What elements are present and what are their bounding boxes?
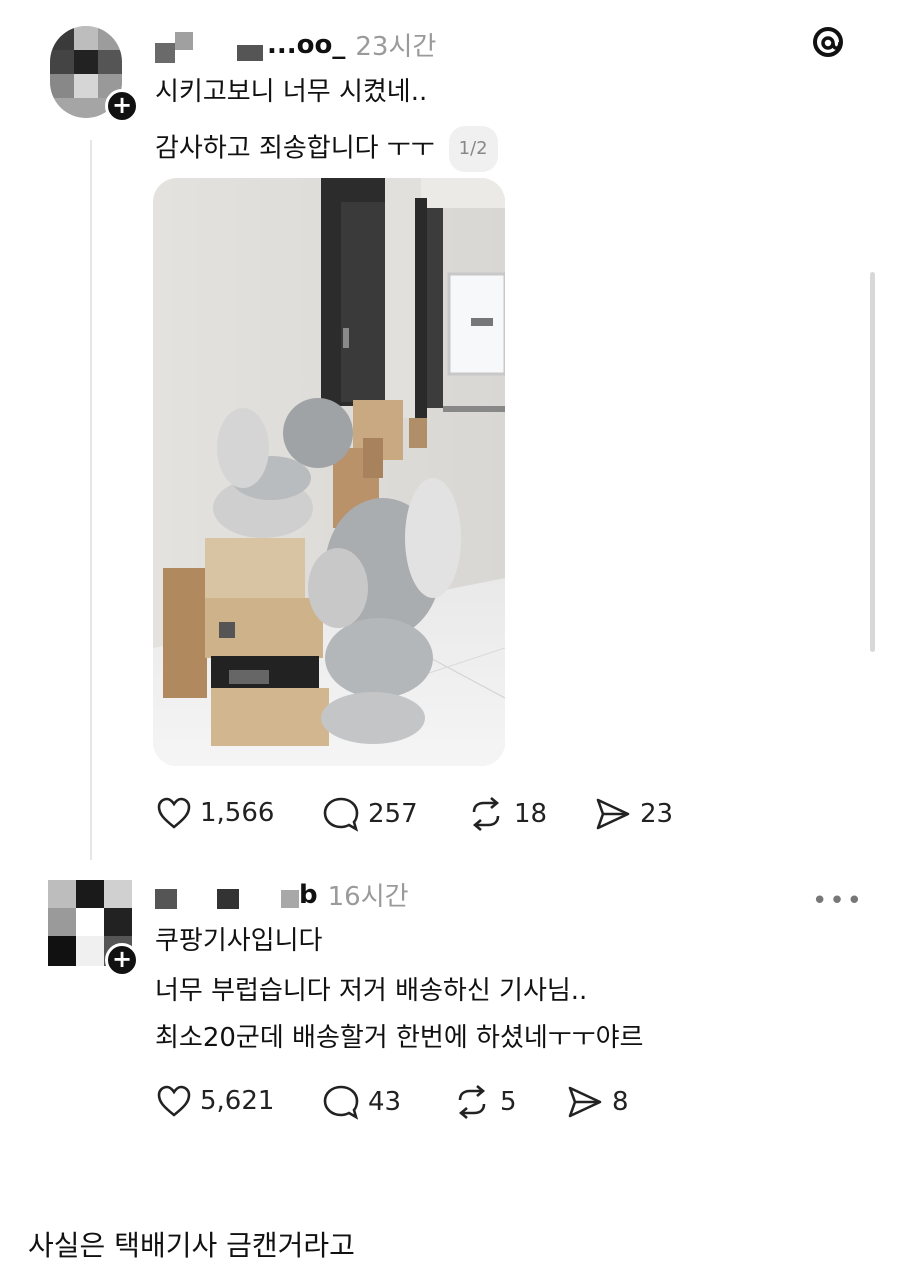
threads-logo-icon[interactable]: [810, 24, 846, 60]
share-button[interactable]: 8: [566, 1084, 629, 1120]
censor-block: [155, 888, 177, 909]
image-pager: 1/2: [448, 126, 498, 172]
like-button[interactable]: 5,621: [156, 1084, 274, 1118]
footer-caption: 사실은 택배기사 금캔거라고: [28, 1229, 355, 1262]
post2-line-2: 너무 부럽습니다 저거 배송하신 기사님..: [155, 976, 588, 1006]
post2-header: b 16시간: [155, 876, 409, 913]
post-time: 23시간: [355, 32, 437, 62]
comment-count: 43: [368, 1087, 402, 1117]
post1-header: ...oo_ 23시간: [155, 26, 436, 63]
follow-plus-icon[interactable]: +: [105, 89, 139, 123]
repost-count: 18: [514, 799, 548, 829]
comment-button[interactable]: 43: [322, 1084, 401, 1120]
post1-line-1: 시키고보니 너무 시켰네..: [155, 77, 428, 107]
like-count: 5,621: [200, 1086, 275, 1116]
repost-count: 5: [500, 1087, 517, 1117]
repost-icon: [472, 797, 500, 831]
censor-block: [155, 42, 175, 63]
share-count: 23: [640, 799, 674, 829]
censor-block: [175, 31, 193, 50]
heart-icon: [157, 1085, 191, 1117]
repost-button[interactable]: 18: [466, 796, 547, 832]
send-icon: [596, 798, 630, 830]
thread-line: [90, 140, 92, 860]
post1-line-2-text: 감사하고 죄송합니다 ㅜㅜ: [155, 133, 435, 164]
comment-button[interactable]: 257: [322, 796, 418, 832]
censor-block: [217, 888, 239, 909]
post-photo[interactable]: [153, 178, 505, 766]
heart-icon: [157, 797, 191, 829]
username[interactable]: b: [299, 880, 318, 910]
like-count: 1,566: [200, 798, 275, 828]
repost-button[interactable]: 5: [452, 1084, 517, 1120]
follow-plus-icon[interactable]: +: [105, 943, 139, 977]
username[interactable]: ...oo_: [267, 30, 345, 60]
censor-block: [237, 44, 263, 61]
repost-icon: [458, 1085, 486, 1119]
like-button[interactable]: 1,566: [156, 796, 274, 830]
comment-bubble-icon: [323, 797, 359, 832]
scrollbar[interactable]: [870, 272, 875, 652]
post2-line-3: 최소20군데 배송할거 한번에 하셨네ㅜㅜ야르: [155, 1023, 644, 1053]
more-options-icon[interactable]: •••: [812, 886, 864, 916]
send-icon: [568, 1086, 602, 1118]
post-time: 16시간: [327, 882, 409, 912]
comment-bubble-icon: [323, 1085, 359, 1120]
share-button[interactable]: 23: [594, 796, 673, 832]
post2-line-1: 쿠팡기사입니다: [155, 926, 323, 956]
share-count: 8: [612, 1087, 629, 1117]
comment-count: 257: [368, 799, 418, 829]
censor-block: [281, 889, 299, 908]
post1-line-2: 감사하고 죄송합니다 ㅜㅜ 1/2: [155, 126, 498, 172]
